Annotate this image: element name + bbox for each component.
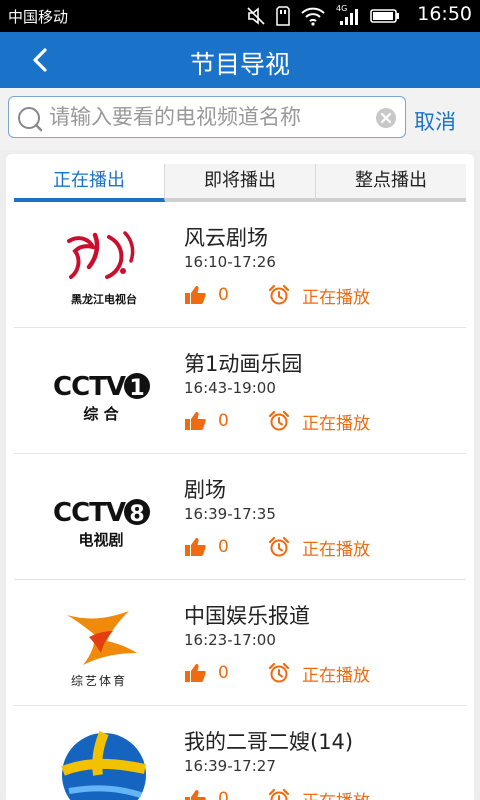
signal-icon (340, 9, 358, 25)
alarm-clock-icon[interactable] (268, 662, 290, 684)
status-label: 正在播放 (302, 539, 370, 560)
program-name: 第1动画乐园 (184, 352, 303, 376)
program-time: 16:39-17:35 (184, 505, 276, 523)
program-name: 风云剧场 (184, 226, 268, 250)
globe-channel-logo (44, 720, 164, 800)
program-row[interactable]: 黑龙江电视台 风云剧场 16:10-17:26 0 正在播放 (14, 202, 466, 328)
thumbs-up-icon[interactable] (184, 537, 206, 557)
status-label: 正在播放 (302, 413, 370, 434)
logo-caption: 综 合 (83, 405, 119, 423)
logo-caption: 综艺体育 (71, 673, 127, 688)
cctv1-logo: CCTV 1 综 合 (44, 342, 164, 440)
search-icon (18, 107, 43, 132)
battery-icon (370, 9, 399, 23)
thumbs-up-icon[interactable] (184, 663, 206, 683)
like-count: 0 (218, 789, 229, 800)
cancel-button[interactable]: 取消 (414, 106, 456, 136)
program-time: 16:43-19:00 (184, 379, 276, 397)
alarm-clock-icon[interactable] (268, 284, 290, 306)
page-title: 节目导视 (189, 50, 290, 79)
program-meta: 0 正在播放 (184, 282, 370, 308)
app-bar: 节目导视 (0, 32, 480, 88)
tab-bar: 正在播出 即将播出 整点播出 (14, 164, 466, 202)
signal-indicator: 4G (336, 4, 360, 26)
status-bar: 中国移动 4G 16:50 (0, 0, 480, 32)
svg-text:CCTV: CCTV (53, 372, 126, 402)
program-name: 我的二哥二嫂(14) (184, 730, 354, 754)
program-meta: 0 正在播放 (184, 408, 370, 434)
svg-text:1: 1 (129, 376, 144, 401)
status-label: 正在播放 (302, 665, 370, 686)
cctv8-logo: CCTV 8 电视剧 (44, 468, 164, 566)
clear-icon[interactable] (375, 107, 397, 129)
program-time: 16:39-17:27 (184, 757, 276, 775)
thumbs-up-icon[interactable] (184, 789, 206, 800)
program-meta: 0 正在播放 (184, 534, 370, 560)
status-icons: 4G (246, 4, 400, 27)
wifi-icon (301, 7, 325, 26)
program-row[interactable]: 我的二哥二嫂(14) 16:39-17:27 0 正在播放 (14, 706, 466, 800)
zongyi-tiyu-logo: 综艺体育 (44, 594, 164, 692)
program-list: 黑龙江电视台 风云剧场 16:10-17:26 0 正在播放 CCTV 1 综 … (6, 202, 474, 800)
like-count: 0 (218, 537, 229, 557)
like-count: 0 (218, 663, 229, 683)
program-name: 剧场 (184, 478, 226, 502)
program-guide-panel: 正在播出 即将播出 整点播出 黑龙江电视台 风云剧场 16:10-17:26 0… (6, 154, 474, 800)
program-row[interactable]: 综艺体育 中国娱乐报道 16:23-17:00 0 正在播放 (14, 580, 466, 706)
tab-now-playing[interactable]: 正在播出 (14, 164, 165, 202)
svg-text:8: 8 (129, 502, 144, 527)
sd-card-icon (276, 6, 290, 26)
logo-caption: 电视剧 (78, 531, 123, 549)
program-time: 16:23-17:00 (184, 631, 276, 649)
status-label: 正在播放 (302, 787, 370, 800)
program-row[interactable]: CCTV 1 综 合 第1动画乐园 16:43-19:00 0 正在播放 (14, 328, 466, 454)
mute-icon (247, 7, 265, 25)
carrier-name: 中国移动 (8, 8, 69, 26)
alarm-clock-icon[interactable] (268, 410, 290, 432)
thumbs-up-icon[interactable] (184, 285, 206, 305)
like-count: 0 (218, 285, 229, 305)
search-input[interactable] (49, 101, 365, 133)
search-box (8, 96, 406, 138)
thumbs-up-icon[interactable] (184, 411, 206, 431)
program-name: 中国娱乐报道 (184, 604, 310, 628)
program-meta: 0 正在播放 (184, 786, 370, 800)
heilongjiang-tv-logo: 黑龙江电视台 (44, 216, 164, 314)
svg-text:CCTV: CCTV (53, 498, 126, 528)
program-time: 16:10-17:26 (184, 253, 276, 271)
logo-caption: 黑龙江电视台 (71, 292, 137, 306)
tab-upcoming[interactable]: 即将播出 (165, 164, 316, 202)
clock: 16:50 (417, 3, 472, 25)
status-label: 正在播放 (302, 287, 370, 308)
alarm-clock-icon[interactable] (268, 788, 290, 800)
like-count: 0 (218, 411, 229, 431)
search-bar: 取消 (0, 88, 480, 150)
program-row[interactable]: CCTV 8 电视剧 剧场 16:39-17:35 0 正在播放 (14, 454, 466, 580)
program-meta: 0 正在播放 (184, 660, 370, 686)
alarm-clock-icon[interactable] (268, 536, 290, 558)
tab-on-the-hour[interactable]: 整点播出 (316, 164, 466, 202)
